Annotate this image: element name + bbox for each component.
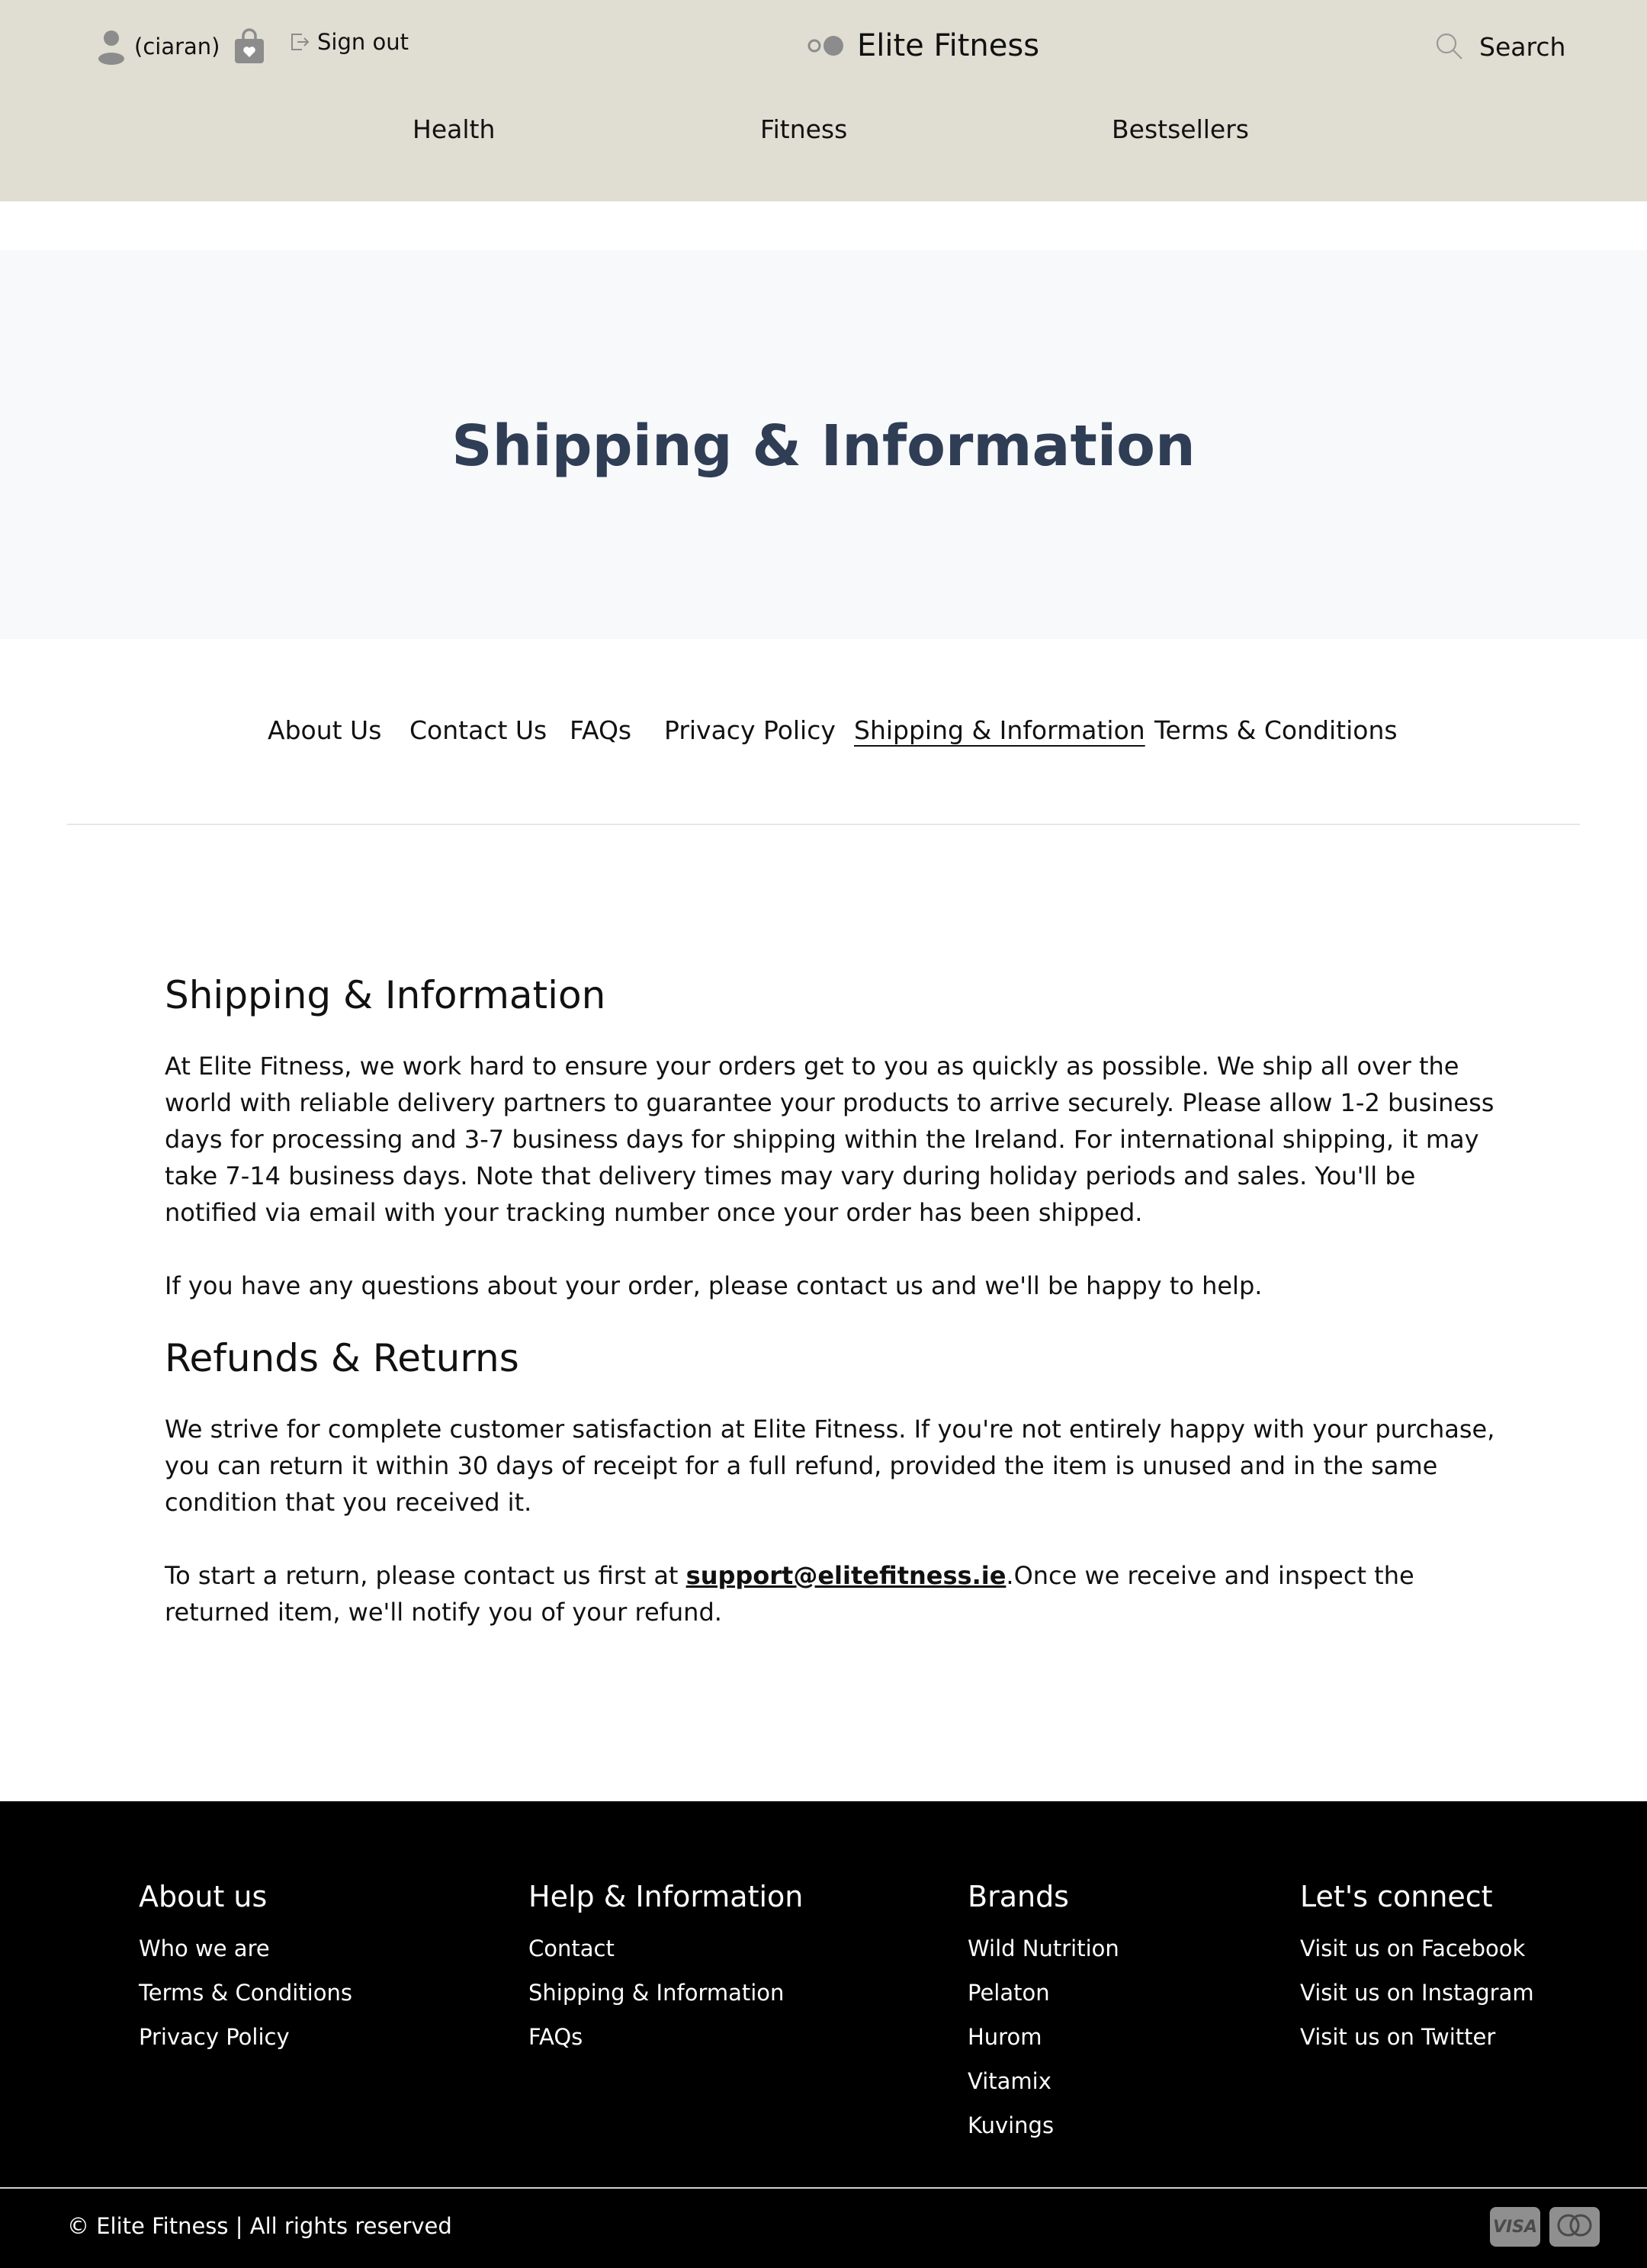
- username-label[interactable]: (ciaran): [134, 34, 220, 59]
- site-header: (ciaran) Sign out Elite Fitness Search H…: [0, 0, 1647, 201]
- footer-heading-connect: Let's connect: [1300, 1880, 1493, 1913]
- search-icon: [1436, 33, 1462, 59]
- refunds-paragraph-1: We strive for complete customer satisfac…: [165, 1415, 1495, 1517]
- footer-link-privacy[interactable]: Privacy Policy: [139, 2015, 352, 2059]
- site-footer: About us Who we are Terms & Conditions P…: [0, 1801, 1647, 2268]
- sign-out-link[interactable]: Sign out: [290, 29, 409, 55]
- footer-column-connect: Let's connect Visit us on Facebook Visit…: [1300, 1876, 1534, 2059]
- footer-link-hurom[interactable]: Hurom: [968, 2015, 1119, 2059]
- tab-faqs[interactable]: FAQs: [570, 715, 631, 745]
- footer-column-brands: Brands Wild Nutrition Pelaton Hurom Vita…: [968, 1876, 1119, 2148]
- shipping-paragraph-2: If you have any questions about your ord…: [165, 1271, 1263, 1300]
- user-icon[interactable]: [96, 28, 127, 65]
- nav-item-bestsellers[interactable]: Bestsellers: [1112, 114, 1249, 144]
- footer-link-faqs[interactable]: FAQs: [528, 2015, 803, 2059]
- copyright-text: © Elite Fitness | All rights reserved: [67, 2213, 452, 2239]
- footer-column-help: Help & Information Contact Shipping & In…: [528, 1876, 803, 2059]
- search-label: Search: [1479, 31, 1566, 62]
- brand-name: Elite Fitness: [857, 28, 1040, 63]
- tab-about-us[interactable]: About Us: [268, 715, 381, 745]
- page-title: Shipping & Information: [451, 413, 1196, 479]
- tab-shipping-information[interactable]: Shipping & Information: [854, 715, 1145, 745]
- footer-link-pelaton[interactable]: Pelaton: [968, 1971, 1119, 2015]
- footer-link-terms[interactable]: Terms & Conditions: [139, 1971, 352, 2015]
- search-button[interactable]: Search: [1435, 23, 1565, 70]
- section-divider: [67, 824, 1580, 825]
- payment-methods: VISA: [1481, 2207, 1600, 2247]
- footer-link-shipping[interactable]: Shipping & Information: [528, 1971, 803, 2015]
- mastercard-icon: [1549, 2207, 1600, 2247]
- visa-icon: VISA: [1490, 2207, 1540, 2247]
- footer-link-instagram[interactable]: Visit us on Instagram: [1300, 1971, 1534, 2015]
- shopping-bag-icon[interactable]: [233, 28, 265, 65]
- shipping-heading: Shipping & Information: [165, 973, 606, 1017]
- mastercard-logo: [1557, 2214, 1592, 2237]
- refunds-text-before: To start a return, please contact us fir…: [165, 1561, 686, 1590]
- refunds-heading: Refunds & Returns: [165, 1336, 519, 1380]
- footer-link-twitter[interactable]: Visit us on Twitter: [1300, 2015, 1534, 2059]
- footer-heading-brands: Brands: [968, 1880, 1069, 1913]
- tab-terms-conditions[interactable]: Terms & Conditions: [1154, 715, 1398, 745]
- page-hero: Shipping & Information: [0, 250, 1647, 639]
- footer-link-who-we-are[interactable]: Who we are: [139, 1926, 352, 1971]
- brand-logo-link[interactable]: Elite Fitness: [807, 20, 1039, 72]
- footer-column-about: About us Who we are Terms & Conditions P…: [139, 1876, 352, 2059]
- nav-item-fitness[interactable]: Fitness: [760, 114, 847, 144]
- tab-contact-us[interactable]: Contact Us: [409, 715, 547, 745]
- footer-link-kuvings[interactable]: Kuvings: [968, 2103, 1119, 2148]
- footer-heading-help: Help & Information: [528, 1880, 804, 1913]
- info-pages-nav: About Us Contact Us FAQs Privacy Policy …: [0, 715, 1647, 752]
- support-email-link[interactable]: support@elitefitness.ie: [686, 1561, 1006, 1590]
- account-area: (ciaran): [96, 24, 265, 69]
- footer-link-vitamix[interactable]: Vitamix: [968, 2059, 1119, 2103]
- visa-label: VISA: [1492, 2217, 1538, 2237]
- footer-link-contact[interactable]: Contact: [528, 1926, 803, 1971]
- nav-item-health[interactable]: Health: [413, 114, 495, 144]
- footer-link-wild-nutrition[interactable]: Wild Nutrition: [968, 1926, 1119, 1971]
- sign-out-label: Sign out: [317, 29, 409, 55]
- page-content: Shipping & Information At Elite Fitness,…: [165, 969, 1507, 1667]
- shipping-paragraph-1: At Elite Fitness, we work hard to ensure…: [165, 1052, 1494, 1227]
- refunds-paragraph-2: To start a return, please contact us fir…: [165, 1557, 1507, 1630]
- footer-divider: [0, 2187, 1647, 2189]
- tab-privacy-policy[interactable]: Privacy Policy: [664, 715, 836, 745]
- sign-out-icon: [291, 34, 310, 50]
- brand-logo-icon: [807, 36, 843, 56]
- footer-heading-about: About us: [139, 1880, 268, 1913]
- main-nav: Health Fitness Bestsellers: [0, 114, 1647, 157]
- footer-link-facebook[interactable]: Visit us on Facebook: [1300, 1926, 1534, 1971]
